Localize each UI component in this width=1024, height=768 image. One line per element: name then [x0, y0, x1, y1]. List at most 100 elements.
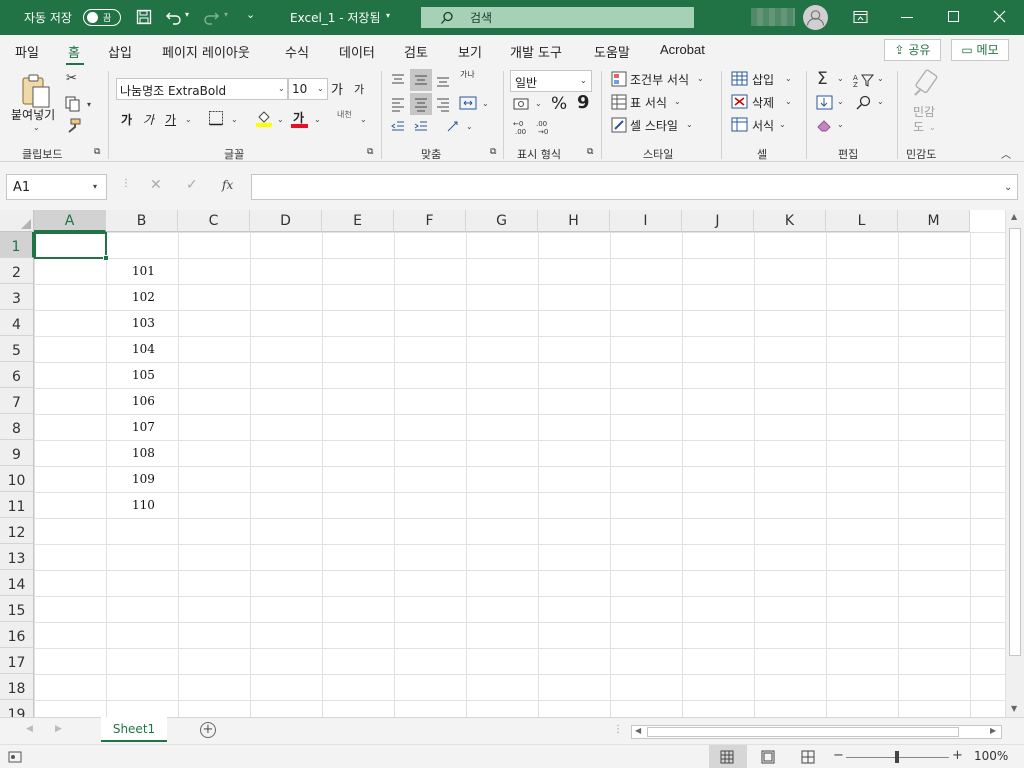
italic-button[interactable]: 가: [143, 111, 154, 128]
close-icon[interactable]: [993, 10, 1006, 23]
customize-qat-icon[interactable]: ⌄: [246, 8, 255, 21]
autosum-dropdown-icon[interactable]: ⌄: [837, 74, 844, 83]
search-box[interactable]: 검색: [421, 7, 694, 28]
copy-dropdown-icon[interactable]: ▾: [87, 100, 91, 109]
row-header-1[interactable]: 1: [0, 232, 34, 258]
delete-dropdown-icon[interactable]: ⌄: [785, 97, 792, 106]
name-box[interactable]: A1 ▾: [6, 174, 107, 200]
format-as-table-button[interactable]: 표 서식: [630, 94, 667, 111]
cell-b5[interactable]: 104: [132, 342, 155, 356]
column-header-c[interactable]: C: [178, 210, 250, 232]
decrease-indent-icon[interactable]: [390, 119, 406, 135]
sheet-tab-sheet1[interactable]: Sheet1: [101, 717, 167, 742]
cell-b8[interactable]: 107: [132, 420, 155, 434]
row-header-13[interactable]: 13: [0, 544, 34, 570]
cell-b9[interactable]: 108: [132, 446, 155, 460]
column-header-j[interactable]: J: [682, 210, 754, 232]
zoom-slider-thumb[interactable]: [895, 751, 899, 763]
autosave-toggle[interactable]: 끔: [83, 9, 121, 26]
text-direction-dropdown-icon[interactable]: ⌄: [466, 122, 473, 131]
clipboard-launcher-icon[interactable]: ⧉: [94, 147, 100, 157]
avatar[interactable]: [803, 5, 828, 30]
column-header-g[interactable]: G: [466, 210, 538, 232]
column-header-e[interactable]: E: [322, 210, 394, 232]
paste-dropdown-icon[interactable]: ⌄: [33, 123, 40, 132]
borders-dropdown-icon[interactable]: ⌄: [231, 115, 238, 124]
page-break-preview-icon[interactable]: [801, 750, 815, 764]
font-color-dropdown-icon[interactable]: ⌄: [314, 115, 321, 124]
format-painter-icon[interactable]: [65, 118, 82, 134]
number-format-select[interactable]: 일반 ⌄: [510, 70, 592, 92]
zoom-out-button[interactable]: −: [833, 748, 844, 763]
delete-cells-icon[interactable]: [731, 94, 749, 110]
tab-help[interactable]: 도움말: [594, 42, 630, 61]
find-dropdown-icon[interactable]: ⌄: [877, 97, 884, 106]
accounting-format-icon[interactable]: [513, 97, 531, 111]
vertical-scrollbar[interactable]: ▲ ▼: [1005, 210, 1024, 717]
column-header-k[interactable]: K: [754, 210, 826, 232]
align-center-icon[interactable]: [413, 96, 429, 112]
column-header-a[interactable]: A: [34, 210, 106, 232]
shrink-font-button[interactable]: 가: [354, 81, 364, 97]
cell-styles-icon[interactable]: [611, 117, 627, 133]
row-header-18[interactable]: 18: [0, 674, 34, 700]
align-top-icon[interactable]: [390, 72, 406, 88]
fill-dropdown-icon[interactable]: ⌄: [837, 97, 844, 106]
underline-button[interactable]: 가: [165, 111, 176, 128]
align-left-icon[interactable]: [390, 96, 406, 112]
fill-handle[interactable]: [103, 255, 109, 261]
column-header-f[interactable]: F: [394, 210, 466, 232]
row-header-8[interactable]: 8: [0, 414, 34, 440]
column-header-l[interactable]: L: [826, 210, 898, 232]
increase-decimal-icon[interactable]: ←0.00: [513, 119, 533, 135]
autosum-icon[interactable]: Σ: [817, 69, 828, 89]
insert-cells-icon[interactable]: [731, 71, 749, 87]
insert-dropdown-icon[interactable]: ⌄: [785, 74, 792, 83]
tab-formulas[interactable]: 수식: [285, 42, 309, 61]
font-launcher-icon[interactable]: ⧉: [367, 147, 373, 157]
sort-filter-dropdown-icon[interactable]: ⌄: [877, 74, 884, 83]
vertical-scroll-thumb[interactable]: [1009, 228, 1021, 656]
phonetic-guide-button[interactable]: 내천: [337, 109, 352, 120]
tab-view[interactable]: 보기: [458, 42, 482, 61]
horizontal-scrollbar[interactable]: ◀ ▶: [631, 725, 1002, 739]
fill-icon[interactable]: [816, 95, 834, 111]
column-header-i[interactable]: I: [610, 210, 682, 232]
cell-b7[interactable]: 106: [132, 394, 155, 408]
ribbon-display-icon[interactable]: [853, 10, 869, 24]
formula-input[interactable]: ⌄: [251, 174, 1018, 200]
cut-icon[interactable]: ✂: [66, 71, 77, 86]
alignment-launcher-icon[interactable]: ⧉: [490, 147, 496, 157]
cell-b3[interactable]: 102: [132, 290, 155, 304]
column-header-h[interactable]: H: [538, 210, 610, 232]
cell-b4[interactable]: 103: [132, 316, 155, 330]
percent-style-button[interactable]: %: [551, 94, 567, 114]
save-icon[interactable]: [136, 9, 153, 26]
number-launcher-icon[interactable]: ⧉: [587, 147, 593, 157]
cell-b11[interactable]: 110: [132, 498, 155, 512]
format-cells-button[interactable]: 서식: [752, 117, 774, 134]
paste-label[interactable]: 붙여넣기: [11, 106, 55, 123]
conditional-dropdown-icon[interactable]: ⌄: [697, 74, 704, 83]
zoom-in-button[interactable]: +: [952, 748, 963, 763]
row-header-14[interactable]: 14: [0, 570, 34, 596]
fill-color-icon[interactable]: [255, 108, 273, 128]
delete-cells-button[interactable]: 삭제: [752, 94, 774, 111]
undo-dropdown-icon[interactable]: ▾: [185, 10, 189, 19]
select-all-corner[interactable]: [0, 210, 34, 232]
align-bottom-icon[interactable]: [435, 72, 451, 88]
row-header-2[interactable]: 2: [0, 258, 34, 284]
add-sheet-button[interactable]: +: [200, 722, 216, 738]
increase-indent-icon[interactable]: [413, 119, 429, 135]
bold-button[interactable]: 가: [121, 111, 132, 128]
grow-font-button[interactable]: 가: [331, 79, 343, 98]
row-header-15[interactable]: 15: [0, 596, 34, 622]
worksheet-grid[interactable]: ABCDEFGHIJKLM 1 2 3 4 5 6 7 8 9 10 11 12 13 14 15 16 17 1…: [0, 210, 1024, 717]
cell-styles-button[interactable]: 셀 스타일: [630, 117, 678, 134]
conditional-formatting-button[interactable]: 조건부 서식: [630, 71, 689, 88]
cell-b6[interactable]: 105: [132, 368, 155, 382]
copy-icon[interactable]: [65, 96, 81, 112]
row-header-6[interactable]: 6: [0, 362, 34, 388]
decrease-decimal-icon[interactable]: .00→0: [536, 119, 556, 135]
comments-button[interactable]: ▭ 메모: [951, 39, 1009, 61]
